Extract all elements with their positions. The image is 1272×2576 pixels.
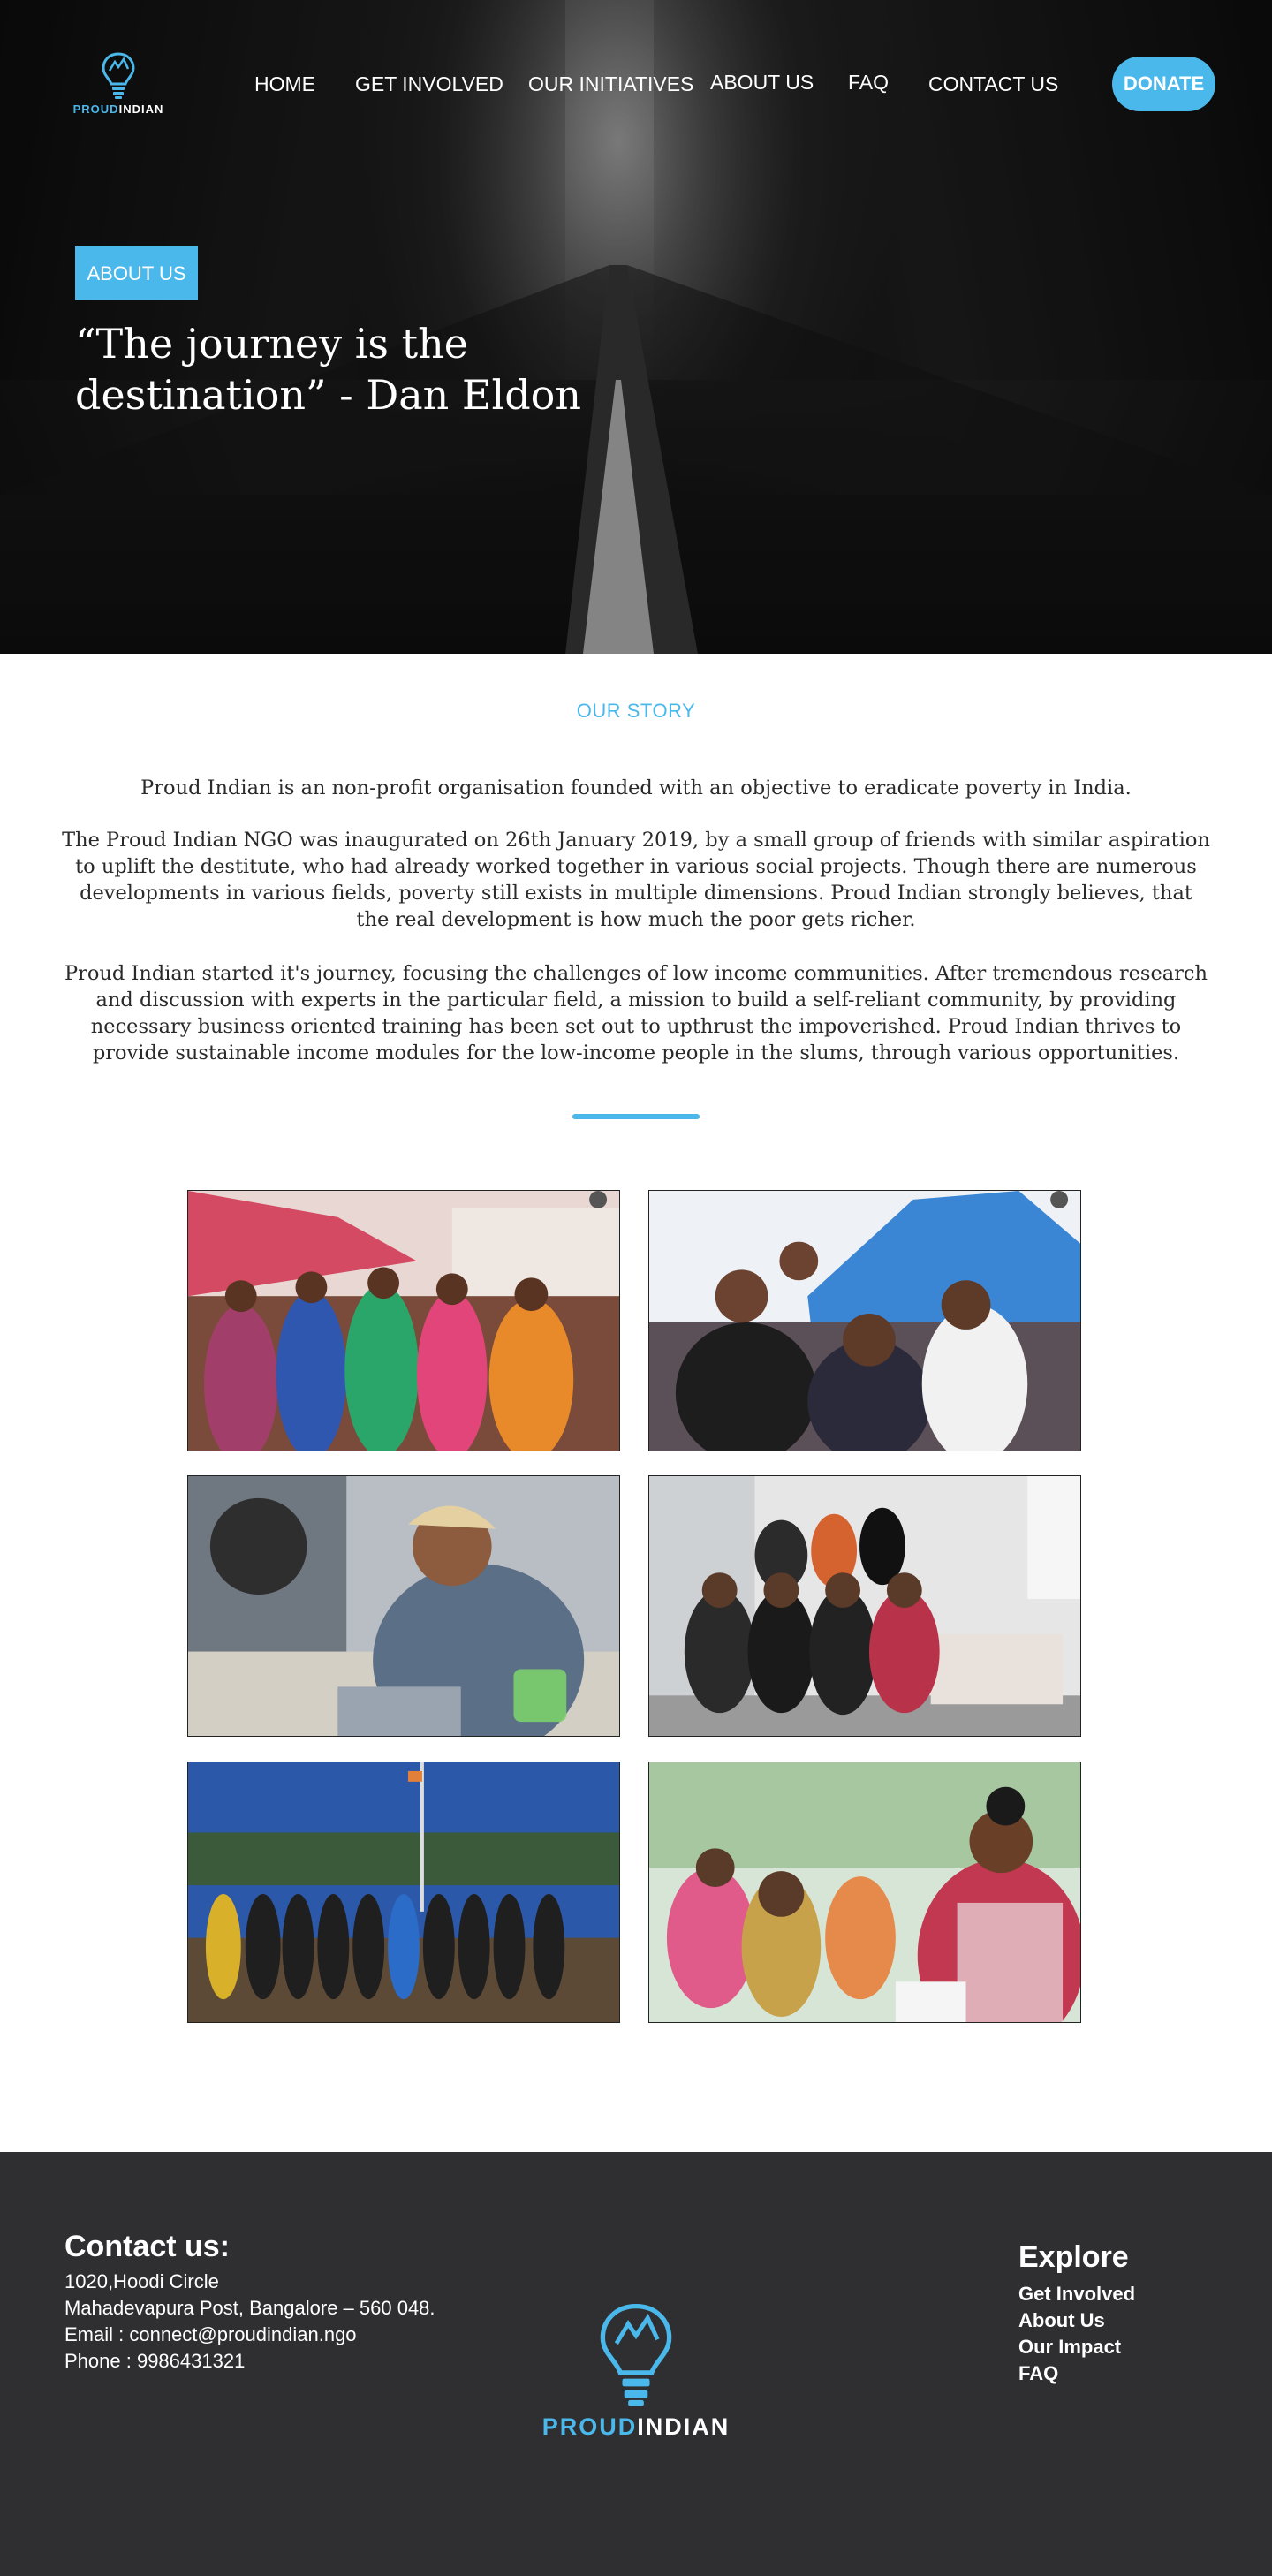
explore-title: Explore <box>1018 2240 1129 2274</box>
hero-badge: ABOUT US <box>75 246 198 300</box>
contact-title: Contact us: <box>64 2230 230 2263</box>
site-footer: Contact us: 1020,Hoodi Circle Mahadevapu… <box>0 2152 1272 2576</box>
story-paragraph-1: Proud Indian is an non-profit organisati… <box>140 777 1132 799</box>
hero-quote: “The journey is the destination” - Dan E… <box>75 320 581 419</box>
logo-wordmark: PROUDINDIAN <box>72 102 164 116</box>
hero-banner: PROUDINDIAN HOME GET INVOLVED OUR INITIA… <box>0 0 1272 654</box>
email-text[interactable]: Email : connect@proudindian.ngo <box>64 2322 357 2348</box>
address-line-1: 1020,Hoodi Circle <box>64 2270 219 2292</box>
address-line-2: Mahadevapura Post, Bangalore – 560 048. <box>64 2297 435 2319</box>
phone-text[interactable]: Phone : 9986431321 <box>64 2348 245 2375</box>
donate-button[interactable]: DONATE <box>1112 57 1215 111</box>
footer-link-faq[interactable]: FAQ <box>1018 2362 1058 2385</box>
lightbulb-icon <box>600 2303 672 2406</box>
photo-health-camp[interactable] <box>648 1762 1081 2023</box>
nav-home[interactable]: HOME <box>254 72 315 96</box>
footer-link-our-impact[interactable]: Our Impact <box>1018 2336 1121 2359</box>
nav-about-us[interactable]: ABOUT US <box>710 71 814 95</box>
story-paragraph-2: The Proud Indian NGO was inaugurated on … <box>62 829 1210 931</box>
photo-man-crafting[interactable] <box>187 1475 620 1737</box>
nav-get-involved[interactable]: GET INVOLVED <box>355 72 504 96</box>
nav-faq[interactable]: FAQ <box>848 71 889 95</box>
footer-link-get-involved[interactable]: Get Involved <box>1018 2283 1135 2306</box>
photo-women-celebrating[interactable] <box>187 1190 620 1451</box>
photo-children-smiling[interactable] <box>648 1190 1081 1451</box>
story-label: OUR STORY <box>576 700 696 722</box>
nav-our-initiatives[interactable]: OUR INITIATIVES <box>528 72 693 96</box>
main-nav: HOME GET INVOLVED OUR INITIATIVES ABOUT … <box>0 69 1272 99</box>
footer-logo-wordmark: PROUDINDIAN <box>541 2413 731 2440</box>
nav-contact-us[interactable]: CONTACT US <box>928 72 1058 96</box>
story-paragraph-3: Proud Indian started it's journey, focus… <box>64 962 1208 1064</box>
photo-team-group[interactable] <box>648 1475 1081 1737</box>
photo-outdoor-group-flag[interactable] <box>187 1762 620 2023</box>
section-divider <box>572 1114 700 1119</box>
footer-logo[interactable]: PROUDINDIAN <box>530 2300 742 2442</box>
footer-link-about-us[interactable]: About Us <box>1018 2309 1105 2332</box>
